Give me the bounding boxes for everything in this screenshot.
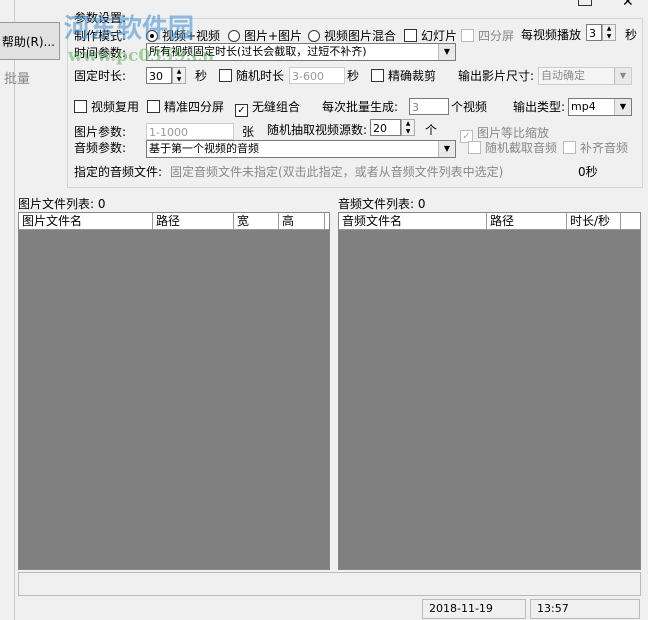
audio-file-list[interactable]: 音频文件名 路径 时长/秒 bbox=[338, 212, 641, 570]
random-duration-checkbox[interactable]: 随机时长 bbox=[219, 67, 284, 84]
reuse-checkbox[interactable]: 视频复用 bbox=[74, 98, 139, 115]
random-duration-unit: 秒 bbox=[347, 69, 360, 83]
image-file-list[interactable]: 图片文件名 路径 宽 高 bbox=[18, 212, 330, 570]
column-header[interactable]: 宽 bbox=[234, 213, 279, 229]
chevron-down-icon: ▼ bbox=[614, 68, 631, 84]
audio-label: 音频参数: bbox=[74, 141, 127, 155]
per-video-label: 每视频播放 bbox=[521, 28, 582, 42]
column-header[interactable]: 音频文件名 bbox=[339, 213, 487, 229]
watermark-url: www.pc0359.cn bbox=[68, 46, 215, 66]
watermark-logo: 河东软件园 bbox=[64, 14, 195, 44]
random-src-unit: 个 bbox=[425, 123, 438, 137]
chevron-down-icon: ▼ bbox=[438, 44, 455, 60]
batch-unit: 个视频 bbox=[451, 100, 488, 114]
size-select[interactable]: 自动确定 ▼ bbox=[538, 67, 632, 85]
radio-image-image[interactable]: 图片+图片 bbox=[228, 27, 302, 44]
fixed-input[interactable]: 30 bbox=[146, 67, 172, 84]
precise-quad-checkbox[interactable]: 精准四分屏 bbox=[147, 98, 224, 115]
batch-label: 每次批量生成: bbox=[322, 100, 399, 114]
chevron-down-icon: ▼ bbox=[614, 99, 631, 115]
log-area[interactable] bbox=[18, 572, 641, 596]
fixed-label: 固定时长: bbox=[74, 69, 127, 83]
fixed-unit: 秒 bbox=[195, 69, 208, 83]
random-src-label: 随机抽取视频源数: bbox=[267, 123, 368, 137]
batch-label: 批量 bbox=[4, 72, 31, 87]
help-button[interactable]: 帮助(R)... bbox=[0, 22, 60, 60]
column-header[interactable]: 时长/秒 bbox=[567, 213, 621, 229]
random-duration-input[interactable]: 3-600 bbox=[289, 67, 345, 84]
status-time: 13:57 bbox=[530, 599, 640, 619]
column-header[interactable]: 路径 bbox=[153, 213, 234, 229]
audio-select[interactable]: 基于第一个视频的音频 ▼ bbox=[146, 140, 456, 158]
status-date: 2018-11-19 bbox=[422, 599, 526, 619]
audio-file-value[interactable]: 固定音频文件未指定(双击此指定，或者从音频文件列表中选定) bbox=[170, 163, 503, 180]
fill-audio-checkbox[interactable]: 补齐音频 bbox=[563, 139, 628, 156]
random-src-spinner[interactable]: ▲ ▼ bbox=[401, 119, 415, 136]
per-video-input[interactable]: 3 bbox=[586, 24, 602, 41]
random-src-input[interactable]: 20 bbox=[370, 119, 401, 136]
batch-input[interactable]: 3 bbox=[409, 98, 449, 115]
per-video-spinner[interactable]: ▲ ▼ bbox=[602, 24, 616, 41]
image-input[interactable]: 1-1000 bbox=[146, 123, 234, 140]
column-header[interactable]: 高 bbox=[279, 213, 325, 229]
window-minmax[interactable] bbox=[578, 0, 592, 6]
left-panel bbox=[0, 0, 15, 620]
type-label: 输出类型: bbox=[513, 100, 566, 114]
slideshow-checkbox[interactable]: 幻灯片 bbox=[404, 27, 457, 44]
image-list-title: 图片文件列表: 0 bbox=[18, 197, 106, 211]
audio-file-label: 指定的音频文件: bbox=[74, 165, 163, 179]
fixed-spinner[interactable]: ▲ ▼ bbox=[172, 67, 186, 84]
size-label: 输出影片尺寸: bbox=[458, 69, 535, 83]
audio-list-title: 音频文件列表: 0 bbox=[338, 197, 426, 211]
random-audio-checkbox[interactable]: 随机截取音频 bbox=[468, 139, 557, 156]
quad-checkbox[interactable]: 四分屏 bbox=[461, 27, 514, 44]
image-unit: 张 bbox=[242, 125, 255, 139]
image-label: 图片参数: bbox=[74, 125, 127, 139]
close-icon[interactable]: ✕ bbox=[622, 0, 634, 10]
radio-mixed[interactable]: 视频图片混合 bbox=[308, 27, 396, 44]
type-select[interactable]: mp4 ▼ bbox=[568, 98, 632, 116]
seamless-checkbox[interactable]: ✓ 无缝组合 bbox=[235, 98, 300, 117]
chevron-down-icon: ▼ bbox=[438, 141, 455, 157]
audio-duration: 0秒 bbox=[578, 165, 598, 179]
column-header[interactable]: 路径 bbox=[487, 213, 567, 229]
per-video-unit: 秒 bbox=[625, 28, 638, 42]
precise-cut-checkbox[interactable]: 精确裁剪 bbox=[371, 67, 436, 84]
column-header[interactable]: 图片文件名 bbox=[19, 213, 153, 229]
